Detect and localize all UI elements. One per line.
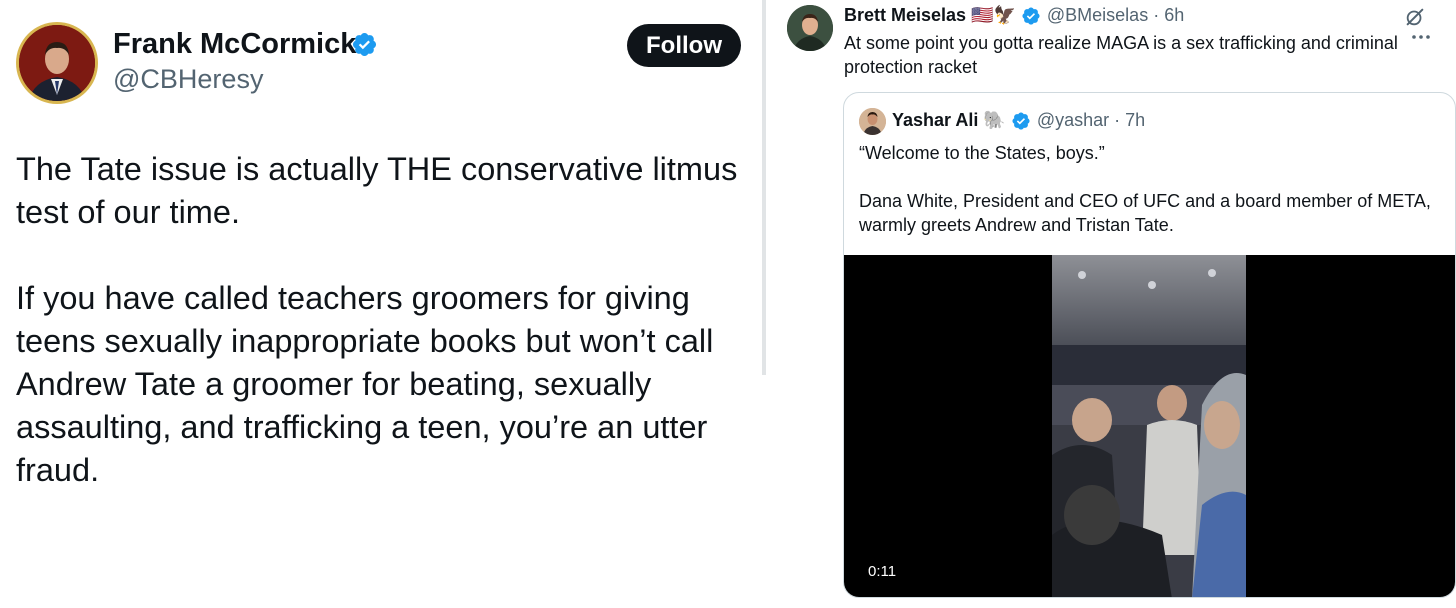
tweet-paragraph-2: If you have called teachers groomers for…: [16, 280, 714, 488]
video-duration: 0:11: [868, 563, 897, 580]
tweet-text: At some point you gotta realize MAGA is …: [844, 33, 1398, 77]
video-player[interactable]: 0:11: [844, 255, 1455, 597]
left-tweet: Frank McCormick @CBHeresy Follow The Tat…: [0, 0, 762, 608]
verified-badge-icon: [1022, 6, 1040, 25]
author-name[interactable]: Frank McCormick: [113, 28, 356, 61]
author-handle-time[interactable]: @BMeiselas · 6h: [1047, 5, 1184, 26]
follow-button[interactable]: Follow: [627, 24, 741, 67]
quoted-author-handle-time[interactable]: @yashar · 7h: [1037, 110, 1145, 131]
quoted-tweet-text: “Welcome to the States, boys.” Dana Whit…: [859, 141, 1449, 237]
author-handle[interactable]: @CBHeresy: [113, 64, 263, 95]
author-emojis: 🇺🇸🦅: [971, 5, 1016, 25]
quoted-author-emoji: 🐘: [983, 110, 1006, 130]
tweet-text: The Tate issue is actually THE conservat…: [16, 148, 756, 492]
tweet-paragraph-1: The Tate issue is actually THE conservat…: [16, 151, 738, 230]
grok-icon[interactable]: [1404, 6, 1426, 28]
avatar[interactable]: [787, 5, 833, 51]
quoted-author-name[interactable]: Yashar Ali: [892, 110, 978, 131]
verified-badge-icon: [1012, 111, 1030, 130]
quoted-tweet-header: Yashar Ali 🐘 @yashar · 7h: [892, 110, 1145, 131]
quoted-line-1: “Welcome to the States, boys.”: [859, 143, 1105, 163]
avatar[interactable]: [16, 22, 98, 104]
verified-badge-icon: [352, 32, 377, 57]
author-name[interactable]: Brett Meiselas: [844, 5, 966, 26]
right-tweet: Brett Meiselas 🇺🇸🦅 @BMeiselas · 6h At so…: [770, 0, 1456, 608]
avatar[interactable]: [859, 108, 886, 135]
quoted-line-2: Dana White, President and CEO of UFC and…: [859, 191, 1431, 235]
video-thumbnail[interactable]: [1052, 255, 1246, 597]
tweet-header: Brett Meiselas 🇺🇸🦅 @BMeiselas · 6h: [844, 5, 1184, 26]
quoted-tweet[interactable]: Yashar Ali 🐘 @yashar · 7h “Welcome to th…: [843, 92, 1456, 598]
divider: [762, 0, 766, 375]
